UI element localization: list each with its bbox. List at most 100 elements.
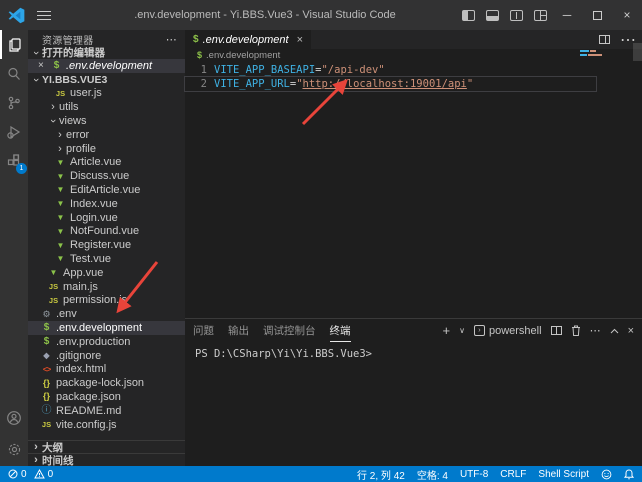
minimize-button[interactable]: ─: [552, 0, 582, 30]
source-control-icon[interactable]: [0, 88, 28, 117]
maximize-panel-icon[interactable]: [610, 328, 619, 334]
maximize-button[interactable]: [582, 0, 612, 30]
tree-item-EditArticle.vue[interactable]: ▼EditArticle.vue: [28, 183, 185, 197]
split-terminal-icon[interactable]: [551, 326, 562, 335]
code-line-1[interactable]: 1VITE_APP_BASEAPI="/api-dev": [185, 63, 596, 77]
js-file-icon: JS: [54, 87, 67, 100]
tree-item-Article.vue[interactable]: ▼Article.vue: [28, 155, 185, 169]
chevron-right-icon: ›: [47, 101, 59, 113]
terminal-prompt: PS D:\CSharp\Yi\Yi.BBS.Vue3>: [195, 348, 372, 360]
toggle-secondary-sidebar-icon[interactable]: [504, 0, 528, 30]
outline-section[interactable]: › 大纲: [28, 440, 185, 453]
minimap[interactable]: [580, 50, 606, 58]
file-name: .gitignore: [56, 350, 101, 362]
tree-item-Login.vue[interactable]: ▼Login.vue: [28, 211, 185, 225]
menu-icon[interactable]: [37, 11, 51, 20]
error-icon: [8, 469, 18, 479]
file-name: Login.vue: [70, 212, 118, 224]
tree-item-NotFound.vue[interactable]: ▼NotFound.vue: [28, 224, 185, 238]
terminal-output[interactable]: PS D:\CSharp\Yi\Yi.BBS.Vue3>: [185, 342, 642, 360]
close-button[interactable]: ×: [612, 0, 642, 30]
project-section[interactable]: › YI.BBS.VUE3: [28, 73, 185, 87]
tree-item-Discuss.vue[interactable]: ▼Discuss.vue: [28, 169, 185, 183]
terminal-dropdown-icon[interactable]: ∨: [459, 326, 465, 335]
terminal-shell-select[interactable]: › powershell: [474, 325, 542, 337]
panel-tab-3[interactable]: 调试控制台: [263, 319, 316, 342]
tree-item-user.js[interactable]: JSuser.js: [28, 87, 185, 101]
code-line-2[interactable]: 2VITE_APP_URL="http://localhost:19001/ap…: [185, 77, 596, 91]
language-mode[interactable]: Shell Script: [538, 469, 589, 480]
file-name: package.json: [56, 391, 121, 403]
extensions-icon[interactable]: 1: [0, 146, 28, 175]
tree-item-package.json[interactable]: {}package.json: [28, 390, 185, 404]
tree-item-package-lock.json[interactable]: {}package-lock.json: [28, 376, 185, 390]
tree-item-README.md[interactable]: ⓘREADME.md: [28, 404, 185, 418]
notifications-bell-icon[interactable]: [624, 469, 634, 480]
tree-item-index.html[interactable]: <>index.html: [28, 362, 185, 376]
cursor-position[interactable]: 行 2, 列 42: [357, 467, 405, 482]
tree-item-error[interactable]: ›error: [28, 128, 185, 142]
close-panel-icon[interactable]: ×: [628, 325, 634, 337]
tree-item-.env[interactable]: ⚙.env: [28, 307, 185, 321]
vue-file-icon: ▼: [54, 156, 67, 169]
tree-item-.env.development[interactable]: $.env.development: [28, 321, 185, 335]
settings-gear-icon[interactable]: [0, 432, 28, 466]
tree-item-views[interactable]: ›views: [28, 114, 185, 128]
code-token: VITE_APP_BASEAPI: [214, 64, 315, 76]
file-name: Discuss.vue: [70, 170, 129, 182]
warning-icon: [34, 469, 45, 479]
panel-tab-4[interactable]: 终端: [330, 319, 351, 342]
kill-terminal-icon[interactable]: [571, 325, 581, 336]
eol-sequence[interactable]: CRLF: [500, 469, 526, 480]
toggle-panel-icon[interactable]: [480, 0, 504, 30]
tree-item-vite.config.js[interactable]: JSvite.config.js: [28, 418, 185, 432]
explorer-icon[interactable]: [0, 30, 28, 59]
customize-layout-icon[interactable]: [528, 0, 552, 30]
vue-file-icon: ▼: [54, 225, 67, 238]
sidebar-more-actions-icon[interactable]: ⋯: [166, 33, 177, 46]
vue-file-icon: ▼: [54, 252, 67, 265]
code-editor[interactable]: 1VITE_APP_BASEAPI="/api-dev"2VITE_APP_UR…: [185, 61, 642, 91]
file-name: .env.development: [56, 322, 142, 334]
tree-item-utils[interactable]: ›utils: [28, 100, 185, 114]
panel-tab-2[interactable]: 输出: [228, 319, 249, 342]
panel-tab-1[interactable]: 问题: [193, 319, 214, 342]
code-token: ": [467, 78, 473, 90]
timeline-section[interactable]: › 时间线: [28, 453, 185, 466]
tab-env-development[interactable]: $ .env.development ×: [185, 30, 311, 49]
file-name: Test.vue: [70, 253, 111, 265]
tree-item-permission.js[interactable]: JSpermission.js: [28, 293, 185, 307]
indentation[interactable]: 空格: 4: [417, 467, 448, 482]
close-editor-icon[interactable]: ×: [38, 60, 50, 71]
tree-item-profile[interactable]: ›profile: [28, 142, 185, 156]
vue-file-icon: ▼: [54, 183, 67, 196]
problems-status[interactable]: 0 0: [8, 469, 53, 480]
open-editor-item[interactable]: × $ .env.development: [28, 59, 185, 73]
open-editors-section[interactable]: › 打开的编辑器: [28, 46, 185, 59]
split-editor-icon[interactable]: [599, 35, 610, 44]
tab-close-icon[interactable]: ×: [297, 34, 303, 46]
panel-more-actions-icon[interactable]: ⋯: [590, 324, 601, 337]
feedback-icon[interactable]: [601, 469, 612, 480]
tree-item-Test.vue[interactable]: ▼Test.vue: [28, 252, 185, 266]
chevron-down-icon: ›: [30, 47, 42, 59]
tree-item-Index.vue[interactable]: ▼Index.vue: [28, 197, 185, 211]
activity-bar: 1: [0, 30, 28, 466]
js-file-icon: JS: [40, 418, 53, 431]
search-icon[interactable]: [0, 59, 28, 88]
tree-item-.env.production[interactable]: $.env.production: [28, 335, 185, 349]
url-link[interactable]: http://localhost:19001/api: [303, 78, 467, 90]
account-icon[interactable]: [0, 403, 28, 432]
minimap-slider[interactable]: [633, 43, 642, 61]
file-name: package-lock.json: [56, 377, 144, 389]
tree-item-App.vue[interactable]: ▼App.vue: [28, 266, 185, 280]
chevron-down-icon: ›: [30, 74, 42, 86]
encoding[interactable]: UTF-8: [460, 469, 488, 480]
tree-item-.gitignore[interactable]: ◆.gitignore: [28, 349, 185, 363]
tree-item-Register.vue[interactable]: ▼Register.vue: [28, 238, 185, 252]
tree-item-main.js[interactable]: JSmain.js: [28, 280, 185, 294]
breadcrumb[interactable]: $ .env.development: [185, 49, 642, 61]
toggle-sidebar-icon[interactable]: [456, 0, 480, 30]
run-debug-icon[interactable]: [0, 117, 28, 146]
new-terminal-icon[interactable]: +: [443, 323, 451, 338]
